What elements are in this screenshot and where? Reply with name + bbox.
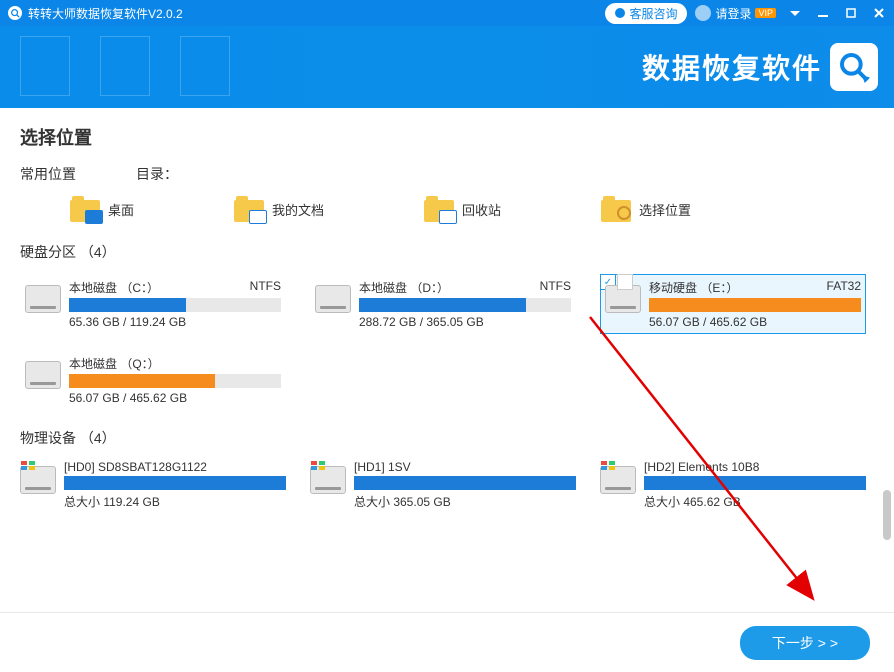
common-locations: 桌面 我的文档 回收站 选择位置 (20, 196, 874, 222)
login-button[interactable]: 请登录 VIP (695, 5, 776, 22)
physical-list: [HD0] SD8SBAT128G1122 总大小 119.24 GB [HD1… (20, 460, 874, 510)
next-button[interactable]: 下一步 > > (740, 626, 870, 660)
scrollbar[interactable] (882, 490, 892, 580)
customer-service-button[interactable]: 客服咨询 (605, 3, 687, 24)
partitions-label: 硬盘分区 （4） (20, 242, 874, 262)
chat-icon (615, 8, 625, 18)
physical-hd2[interactable]: [HD2] Elements 10B8 总大小 465.62 GB (600, 460, 866, 510)
app-title: 转转大师数据恢复软件V2.0.2 (28, 5, 183, 22)
vip-badge: VIP (755, 8, 776, 18)
location-desktop[interactable]: 桌面 (70, 196, 134, 222)
partition-e[interactable]: 移动硬盘 （E：）FAT32 56.07 GB / 465.62 GB (600, 274, 866, 334)
page-title: 选择位置 (20, 124, 874, 150)
maximize-button[interactable] (844, 6, 858, 20)
common-locations-label: 常用位置 (20, 164, 76, 184)
close-button[interactable] (872, 6, 886, 20)
avatar-icon (695, 5, 711, 21)
folder-search-icon (601, 196, 631, 222)
disk-icon (20, 466, 56, 494)
disk-icon (600, 466, 636, 494)
location-documents[interactable]: 我的文档 (234, 196, 324, 222)
footer: 下一步 > > (0, 612, 894, 672)
location-browse[interactable]: 选择位置 (601, 196, 691, 222)
disk-icon (605, 285, 641, 313)
partitions-list: 本地磁盘 （C：）NTFS 65.36 GB / 119.24 GB 本地磁盘 … (20, 274, 874, 410)
disk-icon (310, 466, 346, 494)
titlebar: 转转大师数据恢复软件V2.0.2 客服咨询 请登录 VIP (0, 0, 894, 26)
disk-icon (25, 361, 61, 389)
physical-hd0[interactable]: [HD0] SD8SBAT128G1122 总大小 119.24 GB (20, 460, 286, 510)
app-logo-icon (8, 6, 22, 20)
folder-documents-icon (234, 196, 264, 222)
banner: 数据恢复软件 (0, 26, 894, 108)
directory-label: 目录： (136, 164, 178, 184)
physical-hd1[interactable]: [HD1] 1SV 总大小 365.05 GB (310, 460, 576, 510)
banner-logo-icon (830, 43, 878, 91)
folder-recycle-icon (424, 196, 454, 222)
pin-button[interactable] (788, 6, 802, 20)
banner-title: 数据恢复软件 (642, 47, 822, 87)
disk-icon (25, 285, 61, 313)
folder-desktop-icon (70, 196, 100, 222)
location-recycle[interactable]: 回收站 (424, 196, 501, 222)
physical-label: 物理设备 （4） (20, 428, 874, 448)
partition-d[interactable]: 本地磁盘 （D：）NTFS 288.72 GB / 365.05 GB (310, 274, 576, 334)
disk-icon (315, 285, 351, 313)
partition-q[interactable]: 本地磁盘 （Q：） 56.07 GB / 465.62 GB (20, 350, 286, 410)
minimize-button[interactable] (816, 6, 830, 20)
partition-c[interactable]: 本地磁盘 （C：）NTFS 65.36 GB / 119.24 GB (20, 274, 286, 334)
